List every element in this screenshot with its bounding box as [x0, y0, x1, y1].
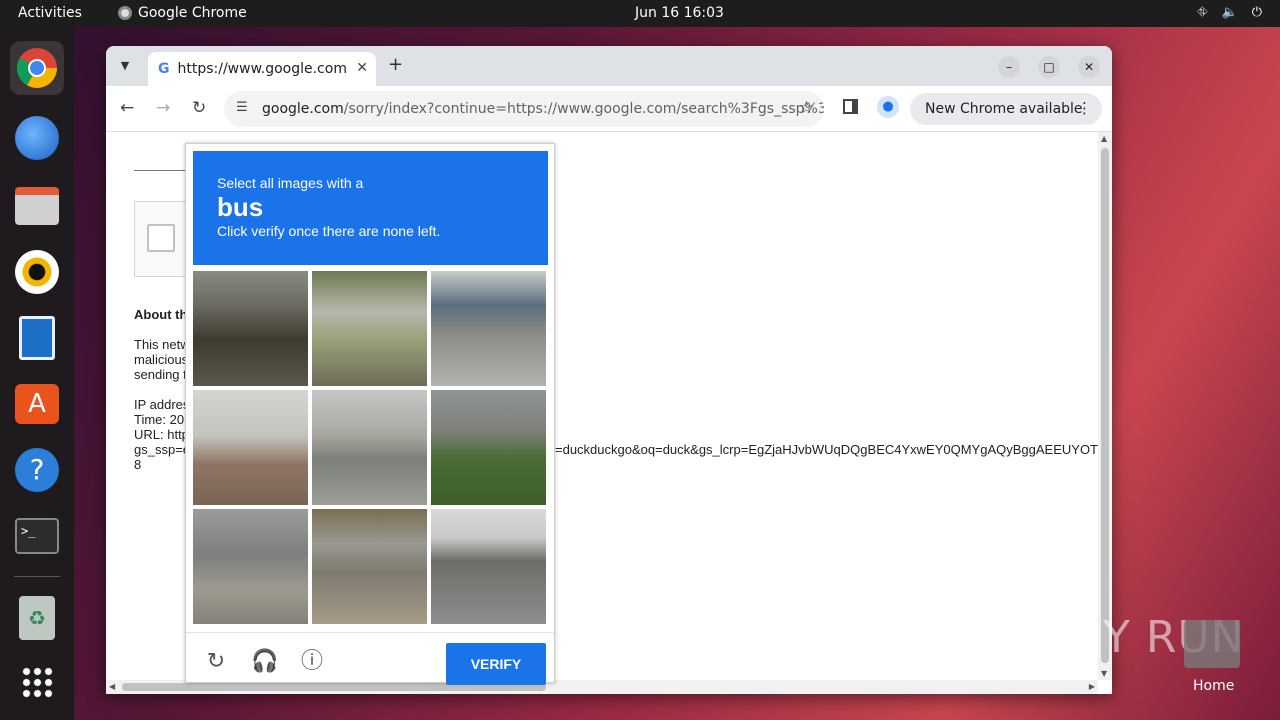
- ip-details: IP addres Time: 20 URL: http gs_ssp=e 8: [134, 397, 191, 472]
- captcha-tile-street-wall[interactable]: [193, 271, 308, 386]
- rhythmbox-icon: [15, 250, 59, 294]
- tab-title: https://www.google.com: [177, 61, 347, 77]
- captcha-target: bus: [217, 192, 264, 222]
- url-continuation: =duckduckgo&oq=duck&gs_lcrp=EgZjaHJvbWUq…: [555, 442, 1098, 457]
- dock-trash[interactable]: ♻: [10, 591, 64, 645]
- writer-icon: [19, 316, 55, 360]
- show-apps-icon: [21, 666, 53, 698]
- dock-thunderbird[interactable]: [10, 111, 64, 165]
- update-label: New Chrome available: [925, 101, 1083, 117]
- bookmark-star-icon[interactable]: ☆: [799, 98, 814, 118]
- dock-rhythmbox[interactable]: [10, 245, 64, 299]
- dock-separator: [14, 576, 60, 577]
- captcha-footer: ↻ 🎧 ⓘ VERIFY: [186, 632, 554, 685]
- captcha-tile-bus-side[interactable]: [312, 509, 427, 624]
- help-icon: ?: [15, 448, 59, 492]
- captcha-hint: Click verify once there are none left.: [217, 223, 441, 239]
- dock-app-center[interactable]: A: [10, 377, 64, 431]
- url-host: google.com: [262, 101, 344, 117]
- new-tab-button[interactable]: +: [388, 54, 403, 75]
- site-info-icon[interactable]: ☰: [236, 100, 248, 115]
- terminal-icon: >_: [15, 518, 59, 554]
- app-center-icon: A: [15, 384, 59, 424]
- home-folder-label: Home: [1193, 678, 1235, 694]
- tab-search-button[interactable]: ▼: [114, 55, 136, 77]
- forward-button[interactable]: →: [156, 98, 170, 118]
- maximize-button[interactable]: □: [1038, 56, 1060, 78]
- captcha-tile-bus-rear[interactable]: [312, 271, 427, 386]
- volume-icon: 🔈: [1221, 5, 1238, 20]
- tab-active[interactable]: G https://www.google.com ✕: [148, 52, 376, 86]
- app-name: Google Chrome: [138, 5, 247, 21]
- about-heading: About th: [134, 307, 188, 322]
- minimize-button[interactable]: –: [998, 56, 1020, 78]
- dock: A ? >_ ♻: [0, 27, 74, 720]
- captcha-grid: [193, 271, 548, 626]
- audio-challenge-icon[interactable]: 🎧: [251, 649, 278, 675]
- reload-challenge-icon[interactable]: ↻: [203, 649, 229, 675]
- dock-files[interactable]: [10, 179, 64, 233]
- close-window-button[interactable]: ✕: [1078, 56, 1100, 78]
- captcha-tile-highway[interactable]: [431, 509, 546, 624]
- info-icon[interactable]: ⓘ: [299, 649, 325, 675]
- app-menu[interactable]: Google Chrome: [118, 5, 247, 21]
- system-tray[interactable]: ⛗ 🔈 ⏻: [1197, 5, 1262, 20]
- captcha-header: Select all images with a bus Click verif…: [193, 151, 548, 265]
- back-button[interactable]: ←: [120, 98, 134, 118]
- activities-button[interactable]: Activities: [18, 5, 82, 21]
- captcha-tile-overpass-grass[interactable]: [431, 390, 546, 505]
- profile-avatar[interactable]: ●: [877, 96, 899, 118]
- show-apps-button[interactable]: [10, 655, 64, 709]
- vertical-scroll-thumb[interactable]: [1101, 148, 1109, 663]
- trash-icon: ♻: [19, 596, 55, 640]
- home-folder-icon[interactable]: [1184, 620, 1240, 668]
- dock-terminal[interactable]: >_: [10, 509, 64, 563]
- dock-writer[interactable]: [10, 311, 64, 365]
- dock-help[interactable]: ?: [10, 443, 64, 497]
- google-favicon-icon: G: [158, 61, 170, 77]
- recaptcha-checkbox[interactable]: [147, 224, 175, 252]
- vertical-scrollbar[interactable]: ▲ ▼: [1098, 132, 1112, 680]
- info-paragraph: This netw malicious sending t: [134, 337, 190, 382]
- chrome-small-icon: [118, 6, 132, 20]
- tab-close-icon[interactable]: ✕: [356, 60, 368, 76]
- side-panel-icon[interactable]: [843, 99, 858, 114]
- thunderbird-icon: [15, 116, 59, 160]
- address-bar[interactable]: ☰ google.com/sorry/index?continue=https:…: [224, 91, 824, 127]
- files-icon: [15, 187, 59, 225]
- captcha-tile-bus-street[interactable]: [431, 271, 546, 386]
- power-icon: ⏻: [1251, 5, 1262, 20]
- captcha-tile-building-palm[interactable]: [193, 390, 308, 505]
- reload-button[interactable]: ↻: [192, 98, 206, 118]
- tab-strip: ▼ G https://www.google.com ✕ + – □ ✕: [106, 46, 1112, 86]
- update-chrome-button[interactable]: New Chrome available ⋮: [910, 93, 1102, 125]
- clock[interactable]: Jun 16 16:03: [635, 5, 724, 21]
- dock-chrome[interactable]: [10, 41, 64, 95]
- captcha-tile-road-intersection[interactable]: [312, 390, 427, 505]
- more-menu-icon[interactable]: ⋮: [1077, 99, 1092, 117]
- url-path: /sorry/index?continue=https://www.google…: [343, 101, 824, 117]
- top-bar: Activities Google Chrome Jun 16 16:03 ⛗ …: [0, 0, 1280, 27]
- captcha-tile-stairs-building[interactable]: [193, 509, 308, 624]
- captcha-instruction: Select all images with a: [217, 175, 364, 191]
- network-icon: ⛗: [1197, 5, 1208, 20]
- toolbar: ← → ↻ ☰ google.com/sorry/index?continue=…: [106, 86, 1112, 132]
- chrome-icon: [17, 48, 57, 88]
- verify-button[interactable]: VERIFY: [446, 643, 546, 685]
- captcha-challenge: Select all images with a bus Click verif…: [185, 143, 555, 685]
